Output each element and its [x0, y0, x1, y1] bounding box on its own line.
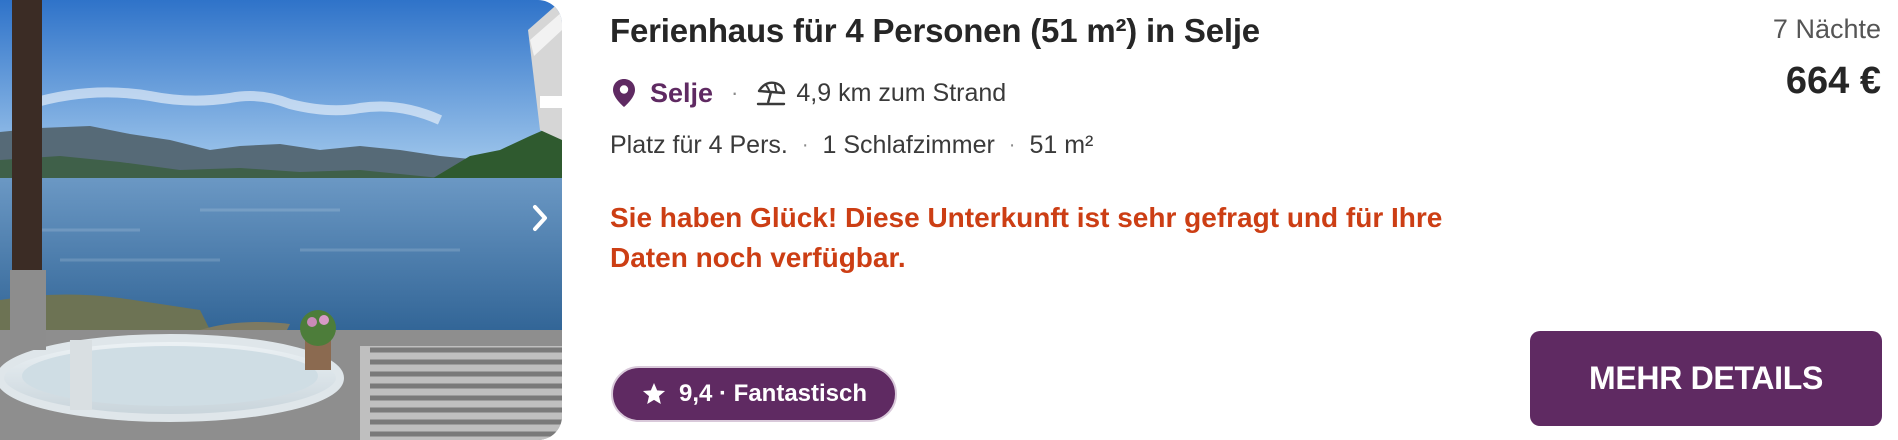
fjord-photo-image — [0, 0, 562, 440]
separator-dot: · — [1008, 133, 1016, 156]
availability-alert: Sie haben Glück! Diese Unterkunft ist se… — [610, 198, 1510, 278]
more-details-button[interactable]: MEHR DETAILS — [1530, 331, 1882, 426]
facts-row: Platz für 4 Pers. · 1 Schlafzimmer · 51 … — [610, 127, 1093, 163]
availability-alert-line1: Sie haben Glück! Diese Unterkunft ist se… — [610, 202, 1443, 233]
location-link[interactable]: Selje — [650, 78, 713, 109]
star-icon — [641, 380, 669, 408]
price-value: 664 € — [1785, 60, 1881, 102]
separator-dot: · — [801, 133, 809, 156]
listing-title[interactable]: Ferienhaus für 4 Personen (51 m²) in Sel… — [610, 12, 1260, 50]
nights-label: 7 Nächte — [1772, 14, 1881, 44]
location-row: Selje · 4,9 km zum Strand — [612, 75, 1006, 111]
availability-alert-line2: Daten noch verfügbar. — [610, 242, 906, 273]
rating-text: 9,4 · Fantastisch — [678, 380, 868, 407]
beach-distance: 4,9 km zum Strand — [796, 78, 1007, 107]
chevron-right-icon — [533, 205, 547, 231]
gallery-next-button[interactable] — [518, 196, 562, 240]
map-pin-icon — [612, 77, 640, 109]
listing-photo[interactable] — [0, 0, 562, 440]
area-fact: 51 m² — [1029, 130, 1094, 159]
bedrooms-fact: 1 Schlafzimmer — [822, 130, 995, 159]
capacity-fact: Platz für 4 Pers. — [610, 130, 788, 159]
rating-badge[interactable]: 9,4 · Fantastisch — [611, 366, 897, 422]
beach-umbrella-icon — [756, 78, 788, 108]
separator-dot: · — [731, 80, 739, 105]
listing-card[interactable]: Ferienhaus für 4 Personen (51 m²) in Sel… — [0, 0, 1898, 440]
